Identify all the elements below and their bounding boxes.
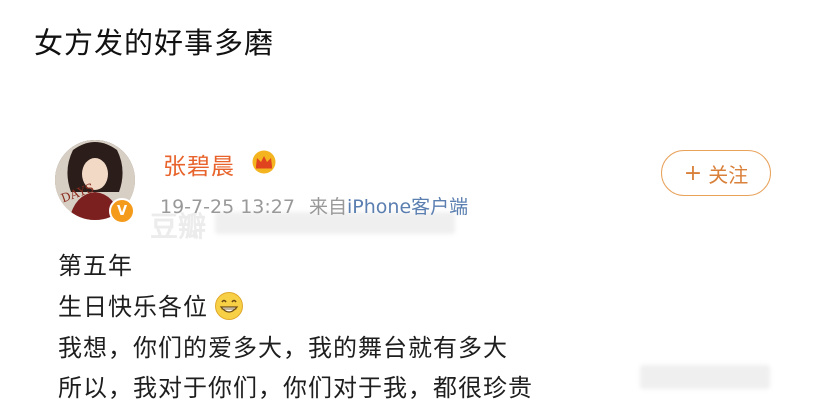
post-text-line: 我想，你们的爱多大，我的舞台就有多大 [58, 334, 508, 362]
follow-button[interactable]: + 关注 [661, 150, 771, 196]
plus-icon: + [683, 160, 703, 186]
source-prefix: 来自 [309, 196, 348, 218]
post-text-line: 第五年 [58, 252, 133, 280]
post-meta: 19-7-25 13:27 来自iPhone客户端 [160, 192, 468, 219]
username[interactable]: 张碧晨 [163, 147, 235, 181]
post-text-line: 所以，我对于你们，你们对于我，都很珍贵 [58, 374, 533, 402]
crown-icon [252, 150, 276, 174]
follow-label: 关注 [708, 162, 749, 187]
post-caption: 女方发的好事多磨 [34, 26, 275, 60]
post-timestamp: 19-7-25 13:27 [160, 196, 295, 218]
grin-emoji-icon [215, 292, 243, 320]
watermark-blur [640, 365, 770, 389]
verified-v-icon: V [109, 198, 135, 224]
post-text-segment: 生日快乐各位 [58, 293, 208, 321]
source-link[interactable]: iPhone客户端 [347, 196, 468, 218]
post-text-line: 生日快乐各位 [58, 287, 244, 322]
